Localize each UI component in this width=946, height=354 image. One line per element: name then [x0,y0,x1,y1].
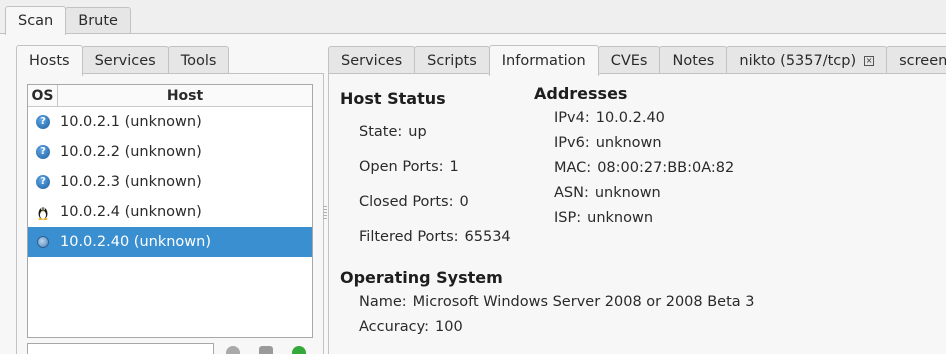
question-icon: ? [36,175,50,189]
host-table-header: OS Host [28,85,312,107]
operating-system-title: Operating System [340,268,503,287]
asn-value: unknown [594,185,661,201]
tab-nikto-label: nikto (5357/tcp) [739,53,857,69]
addresses-title: Addresses [534,84,628,103]
state-value: up [408,124,427,140]
remove-host-button[interactable] [221,343,245,354]
gear-icon [259,346,273,354]
tab-hosts[interactable]: Hosts [16,45,83,76]
filtered-ports-label: Filtered Ports: [359,229,459,245]
tab-tools[interactable]: Tools [167,46,230,75]
ipv4-value: 10.0.2.40 [595,110,665,126]
os-accuracy-value: 100 [435,319,463,335]
table-row[interactable]: 10.0.2.40 (unknown) [28,227,312,257]
tab-services-left[interactable]: Services [81,46,169,75]
filtered-ports-row: Filtered Ports: 65534 [359,229,511,245]
table-row[interactable]: 10.0.2.4 (unknown) [28,197,312,227]
close-icon[interactable]: × [864,56,875,66]
question-icon: ? [36,145,50,159]
tab-information[interactable]: Information [488,45,599,76]
asn-row: ASN: unknown [554,185,661,201]
mac-label: MAC: [554,160,592,176]
host-filter-input[interactable] [27,343,214,354]
ipv4-label: IPv4: [554,110,590,126]
host-table: OS Host ? 10.0.2.1 (unknown) ? 10.0.2.2 … [27,84,313,338]
isp-label: ISP: [554,210,582,226]
os-column-header[interactable]: OS [28,85,58,106]
open-ports-label: Open Ports: [359,159,444,175]
ipv6-label: IPv6: [554,135,590,151]
closed-ports-value: 0 [459,194,469,210]
mac-value: 08:00:27:BB:0A:82 [597,160,735,176]
host-status-title: Host Status [340,89,446,108]
isp-value: unknown [587,210,654,226]
main-tab-bar: Scan Brute [5,5,131,35]
tab-notes[interactable]: Notes [659,46,728,75]
host-cell: 10.0.2.1 (unknown) [60,114,202,130]
os-accuracy-row: Accuracy: 100 [359,319,463,335]
mac-row: MAC: 08:00:27:BB:0A:82 [554,160,734,176]
open-ports-value: 1 [449,159,459,175]
tab-scan[interactable]: Scan [5,6,67,35]
os-name-row: Name: Microsoft Windows Server 2008 or 20… [359,294,755,310]
linux-penguin-icon [38,207,48,220]
question-icon: ? [36,115,50,129]
tab-nikto[interactable]: nikto (5357/tcp) × [726,46,888,75]
asn-label: ASN: [554,185,589,201]
table-row[interactable]: ? 10.0.2.3 (unknown) [28,167,312,197]
right-tab-bar: Services Scripts Information CVEs Notes … [328,44,946,76]
windows-icon [37,236,49,248]
os-accuracy-label: Accuracy: [359,319,430,335]
remove-icon [226,346,240,354]
host-filter-controls [27,343,320,354]
host-cell: 10.0.2.4 (unknown) [60,204,202,220]
closed-ports-row: Closed Ports: 0 [359,194,469,210]
filtered-ports-value: 65534 [464,229,511,245]
host-cell: 10.0.2.3 (unknown) [60,174,202,190]
add-icon [292,346,306,354]
state-label: State: [359,124,403,140]
host-column-header[interactable]: Host [58,85,312,106]
table-row[interactable]: ? 10.0.2.2 (unknown) [28,137,312,167]
ipv4-row: IPv4: 10.0.2.40 [554,110,665,126]
tab-screenshot[interactable]: screensh [886,46,946,75]
closed-ports-label: Closed Ports: [359,194,454,210]
left-tab-bar: Hosts Services Tools [16,44,230,76]
os-name-value: Microsoft Windows Server 2008 or 2008 Be… [412,294,755,310]
state-row: State: up [359,124,427,140]
ipv6-value: unknown [595,135,662,151]
tab-services[interactable]: Services [328,46,416,75]
tab-brute[interactable]: Brute [65,7,131,34]
settings-button[interactable] [254,343,278,354]
os-name-label: Name: [359,294,407,310]
table-row[interactable]: ? 10.0.2.1 (unknown) [28,107,312,137]
ipv6-row: IPv6: unknown [554,135,662,151]
open-ports-row: Open Ports: 1 [359,159,459,175]
isp-row: ISP: unknown [554,210,653,226]
tab-cves[interactable]: CVEs [597,46,661,75]
host-cell: 10.0.2.40 (unknown) [60,234,211,250]
host-cell: 10.0.2.2 (unknown) [60,144,202,160]
add-host-button[interactable] [287,343,311,354]
tab-scripts[interactable]: Scripts [414,46,490,75]
panel-splitter[interactable] [323,206,327,220]
